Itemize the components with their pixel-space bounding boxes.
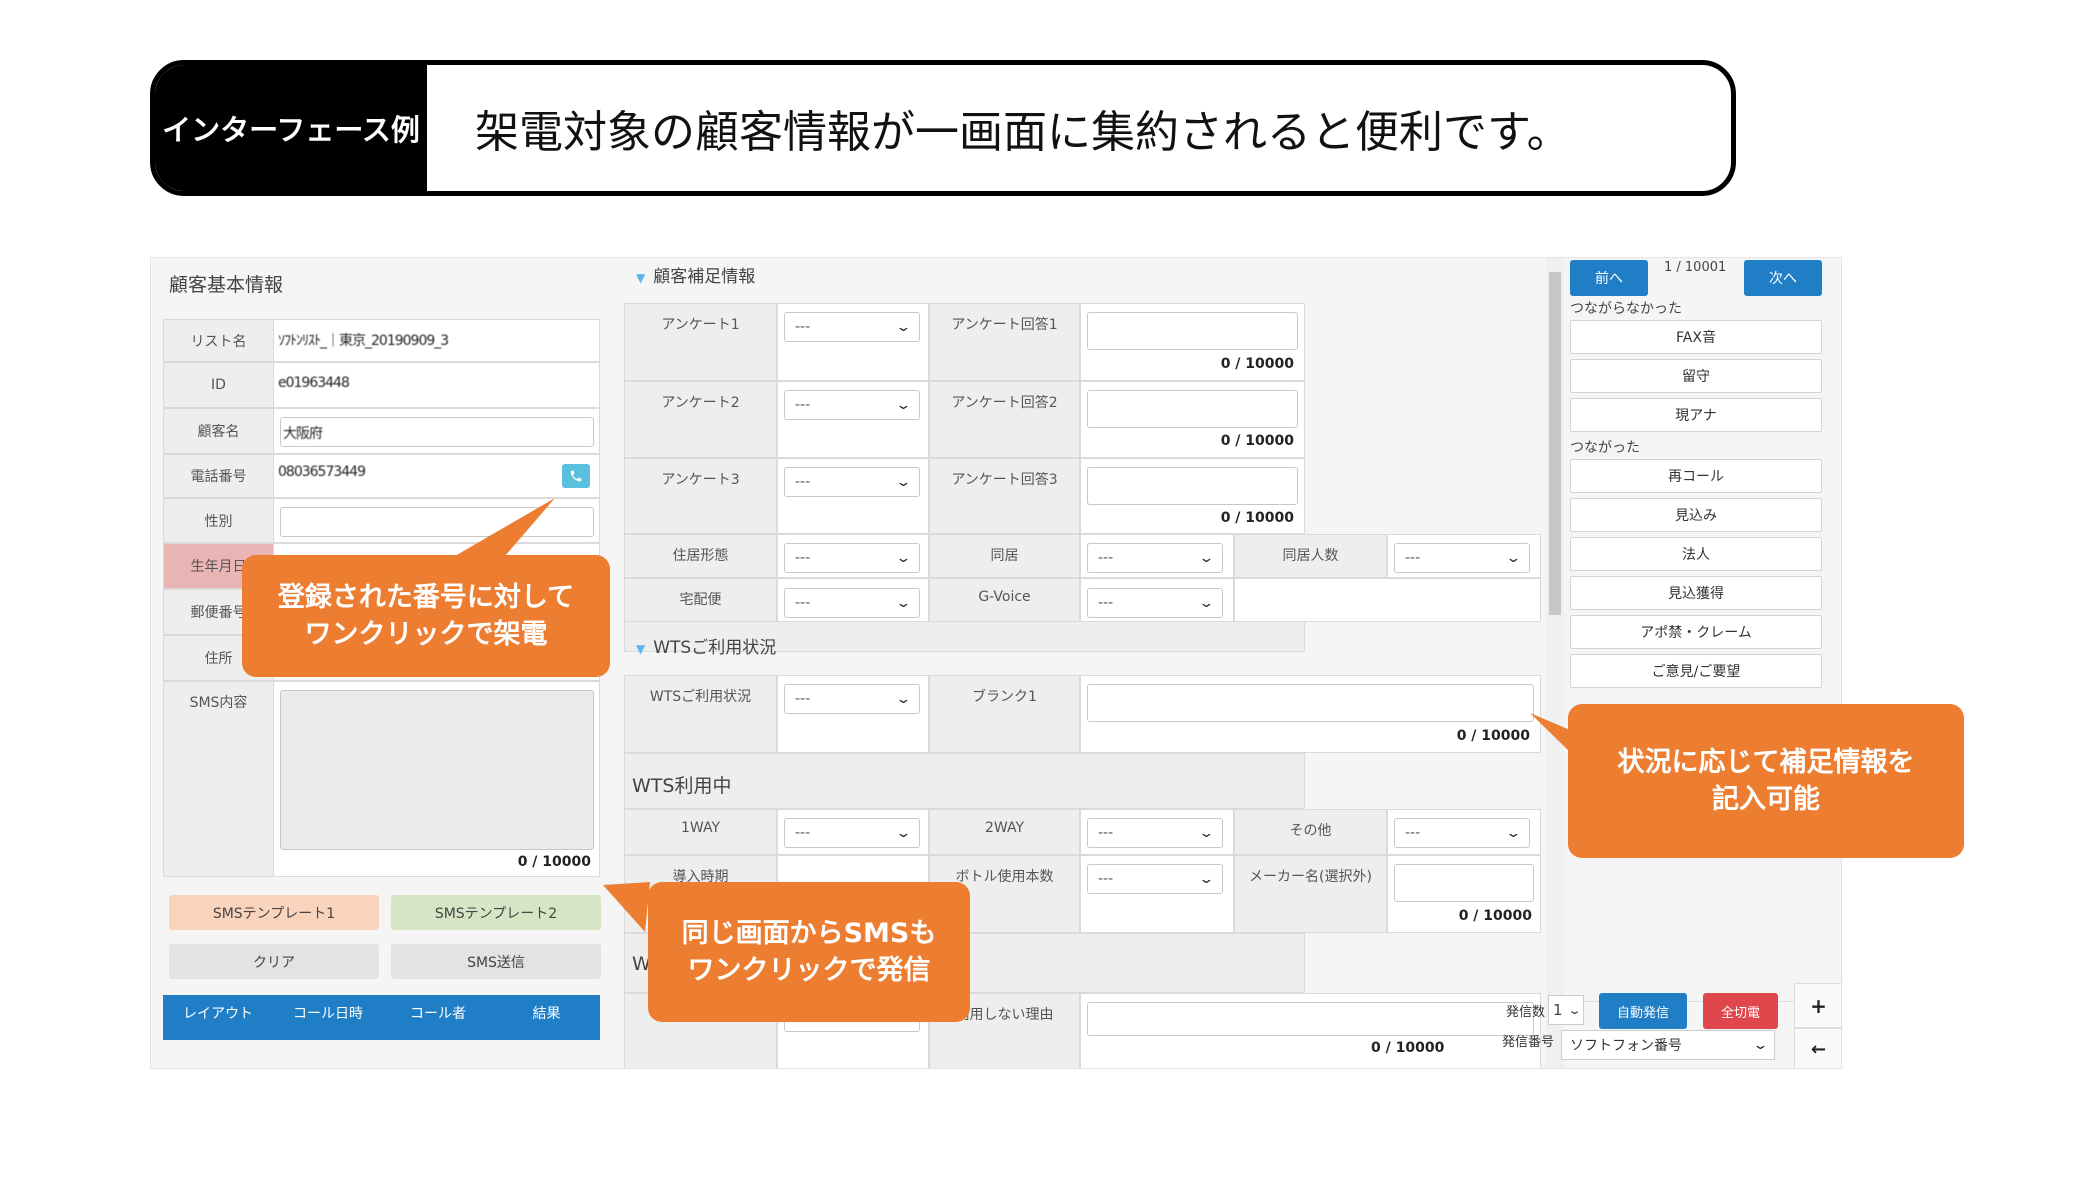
callout3-pointer bbox=[1530, 713, 1570, 752]
callout1-pointer bbox=[455, 498, 555, 556]
callout-sms-line1: 同じ画面からSMSも bbox=[681, 918, 937, 949]
callout-sms-line2: ワンクリックで発信 bbox=[687, 955, 931, 986]
callout-sms: 同じ画面からSMSも ワンクリックで発信 bbox=[648, 882, 970, 1022]
callout-call-line1: 登録された番号に対して bbox=[277, 582, 575, 613]
callout2-pointer bbox=[603, 882, 650, 932]
callout-supplement: 状況に応じて補足情報を 記入可能 bbox=[1568, 704, 1964, 858]
callout-supplement-line2: 記入可能 bbox=[1712, 784, 1820, 815]
callout-supplement-line1: 状況に応じて補足情報を bbox=[1617, 747, 1915, 778]
callout-call-line2: ワンクリックで架電 bbox=[304, 619, 548, 650]
callout-call: 登録された番号に対して ワンクリックで架電 bbox=[242, 555, 610, 677]
slide: インターフェース例 架電対象の顧客情報が一画面に集約されると便利です。 顧客基本… bbox=[0, 0, 2099, 1181]
